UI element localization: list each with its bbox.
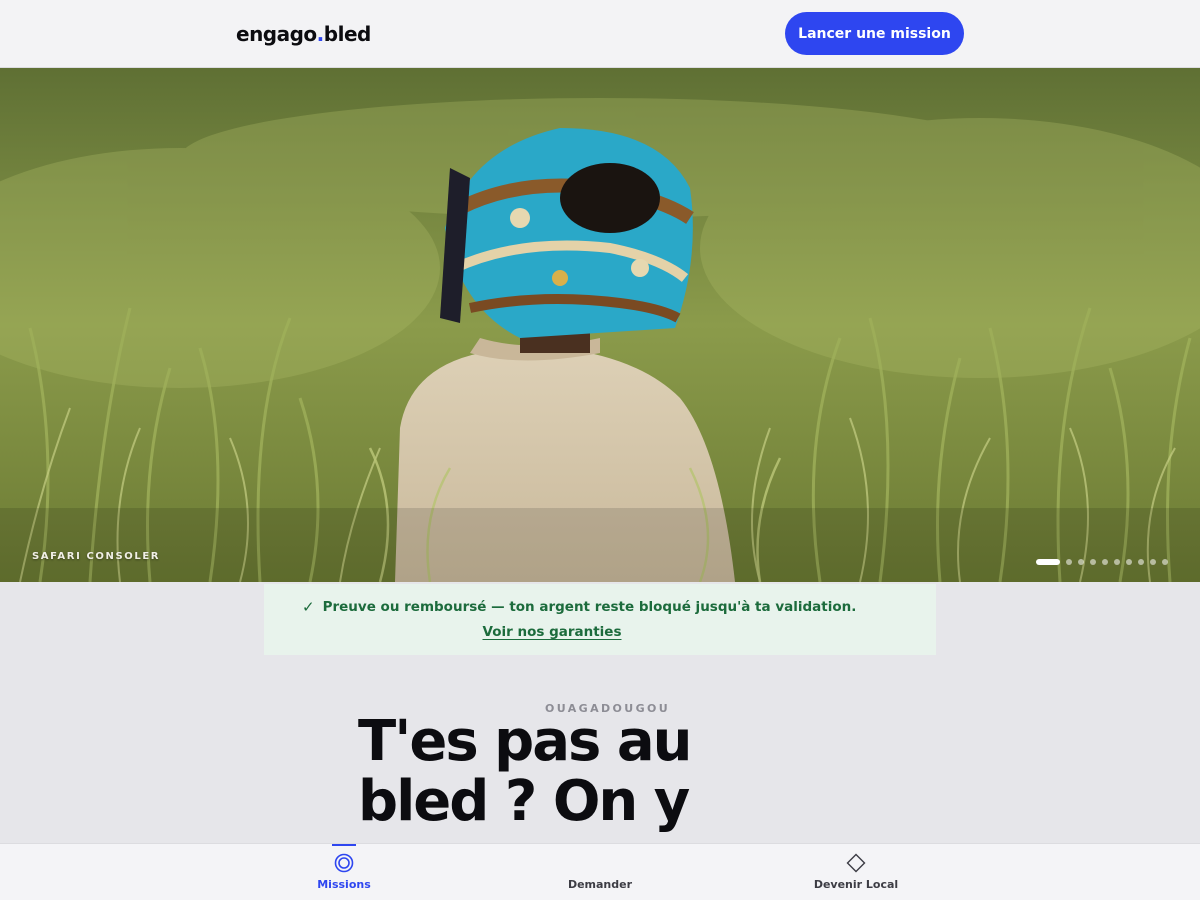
carousel-dot[interactable] — [1066, 559, 1072, 565]
check-icon: ✓ — [302, 598, 315, 616]
carousel-indicators — [1036, 559, 1168, 565]
nav-label: Demander — [567, 878, 633, 891]
headline-line-1: T'es pas au — [358, 709, 693, 774]
diamond-icon — [846, 852, 866, 874]
nav-label: Devenir Local — [813, 878, 899, 891]
carousel-dot[interactable] — [1114, 559, 1120, 565]
logo[interactable]: engago.bled — [236, 22, 371, 46]
guarantees-link[interactable]: Voir nos garanties — [264, 624, 840, 640]
carousel-dot[interactable] — [1102, 559, 1108, 565]
carousel-dot[interactable] — [1162, 559, 1168, 565]
page-headline: T'es pas au bled ? On y — [358, 712, 838, 832]
launch-mission-button[interactable]: Lancer une mission — [785, 12, 964, 55]
headline-line-2: bled ? On y — [358, 769, 690, 834]
carousel-dot[interactable] — [1150, 559, 1156, 565]
nav-item-demander[interactable]: Demander — [520, 844, 680, 900]
carousel-dot[interactable] — [1126, 559, 1132, 565]
hero-caption: SAFARI CONSOLER — [32, 551, 161, 562]
bottom-nav: Missions Demander Devenir Local — [0, 843, 1200, 900]
carousel-dot[interactable] — [1036, 559, 1060, 565]
logo-main: engago — [236, 22, 317, 46]
carousel-dot[interactable] — [1078, 559, 1084, 565]
target-icon — [334, 852, 354, 874]
carousel-dot[interactable] — [1138, 559, 1144, 565]
nav-label: Missions — [317, 878, 371, 891]
hero-carousel[interactable]: SAFARI CONSOLER — [0, 68, 1200, 582]
top-bar: engago.bled Lancer une mission — [0, 0, 1200, 68]
logo-dot: . — [316, 22, 325, 46]
carousel-dot[interactable] — [1090, 559, 1096, 565]
nav-item-missions[interactable]: Missions — [264, 844, 424, 900]
nav-item-devenir-local[interactable]: Devenir Local — [776, 844, 936, 900]
guarantee-banner: ✓ Preuve ou remboursé — ton argent reste… — [264, 584, 936, 655]
hero-image — [0, 68, 1200, 582]
guarantee-text: Preuve ou remboursé — ton argent reste b… — [322, 599, 857, 615]
logo-suffix: bled — [323, 22, 372, 46]
guarantee-line: ✓ Preuve ou remboursé — ton argent reste… — [302, 598, 856, 616]
